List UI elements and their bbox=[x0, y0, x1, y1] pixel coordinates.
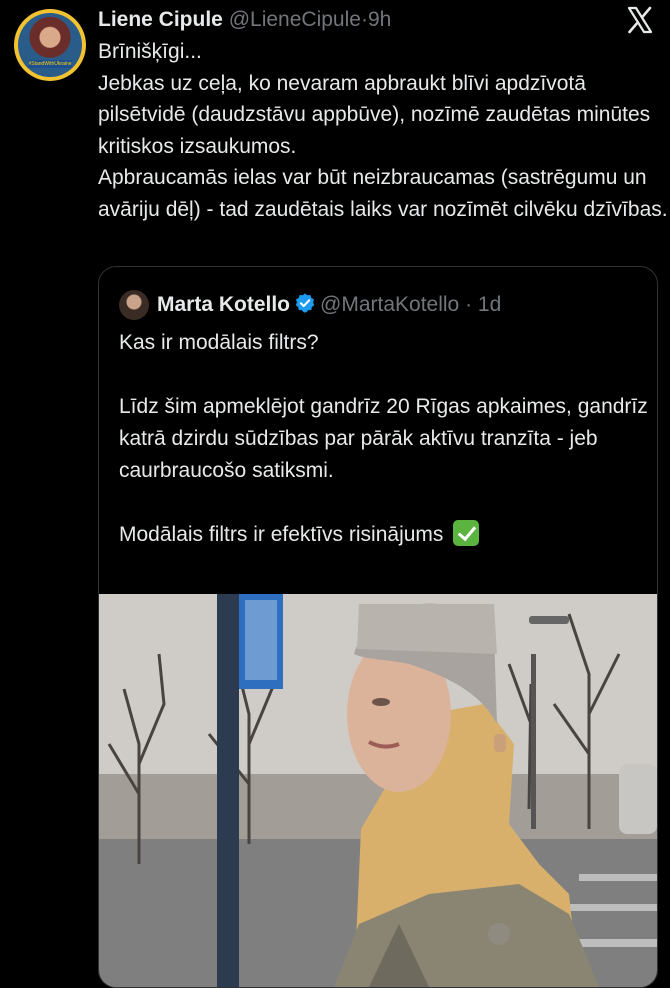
x-logo-icon[interactable] bbox=[624, 4, 656, 36]
quoted-author-handle[interactable]: @MartaKotello bbox=[320, 293, 459, 316]
tweet-header: Liene Cipule @LieneCipule·9h bbox=[98, 6, 391, 34]
verified-badge-icon bbox=[295, 293, 315, 313]
quoted-tweet-card[interactable]: Marta Kotello @MartaKotello · 1d Kas ir … bbox=[98, 266, 658, 988]
quoted-video-thumbnail[interactable] bbox=[99, 594, 657, 987]
author-avatar[interactable]: #StandWithUkraine bbox=[14, 9, 86, 81]
tweet-text: Brīnišķīgi... Jebkas uz ceļa, ko nevaram… bbox=[98, 40, 668, 221]
quoted-tweet-time[interactable]: 1d bbox=[478, 293, 501, 316]
quoted-tweet-header: Marta Kotello @MartaKotello · 1d bbox=[157, 291, 501, 319]
quoted-author-avatar[interactable] bbox=[119, 290, 149, 320]
avatar-badge: #StandWithUkraine bbox=[28, 60, 72, 68]
quoted-header-separator: · bbox=[465, 293, 473, 316]
header-separator: · bbox=[360, 8, 368, 31]
tweet-time[interactable]: 9h bbox=[368, 8, 391, 31]
author-handle[interactable]: @LieneCipule bbox=[229, 8, 361, 31]
quoted-tweet-body: Kas ir modālais filtrs? Līdz šim apmeklē… bbox=[119, 331, 648, 546]
video-frame bbox=[99, 594, 657, 987]
check-mark-emoji-icon bbox=[453, 520, 480, 546]
quoted-author-name[interactable]: Marta Kotello bbox=[157, 293, 290, 316]
author-name[interactable]: Liene Cipule bbox=[98, 8, 223, 31]
quoted-tweet-text: Kas ir modālais filtrs? Līdz šim apmeklē… bbox=[119, 327, 649, 551]
